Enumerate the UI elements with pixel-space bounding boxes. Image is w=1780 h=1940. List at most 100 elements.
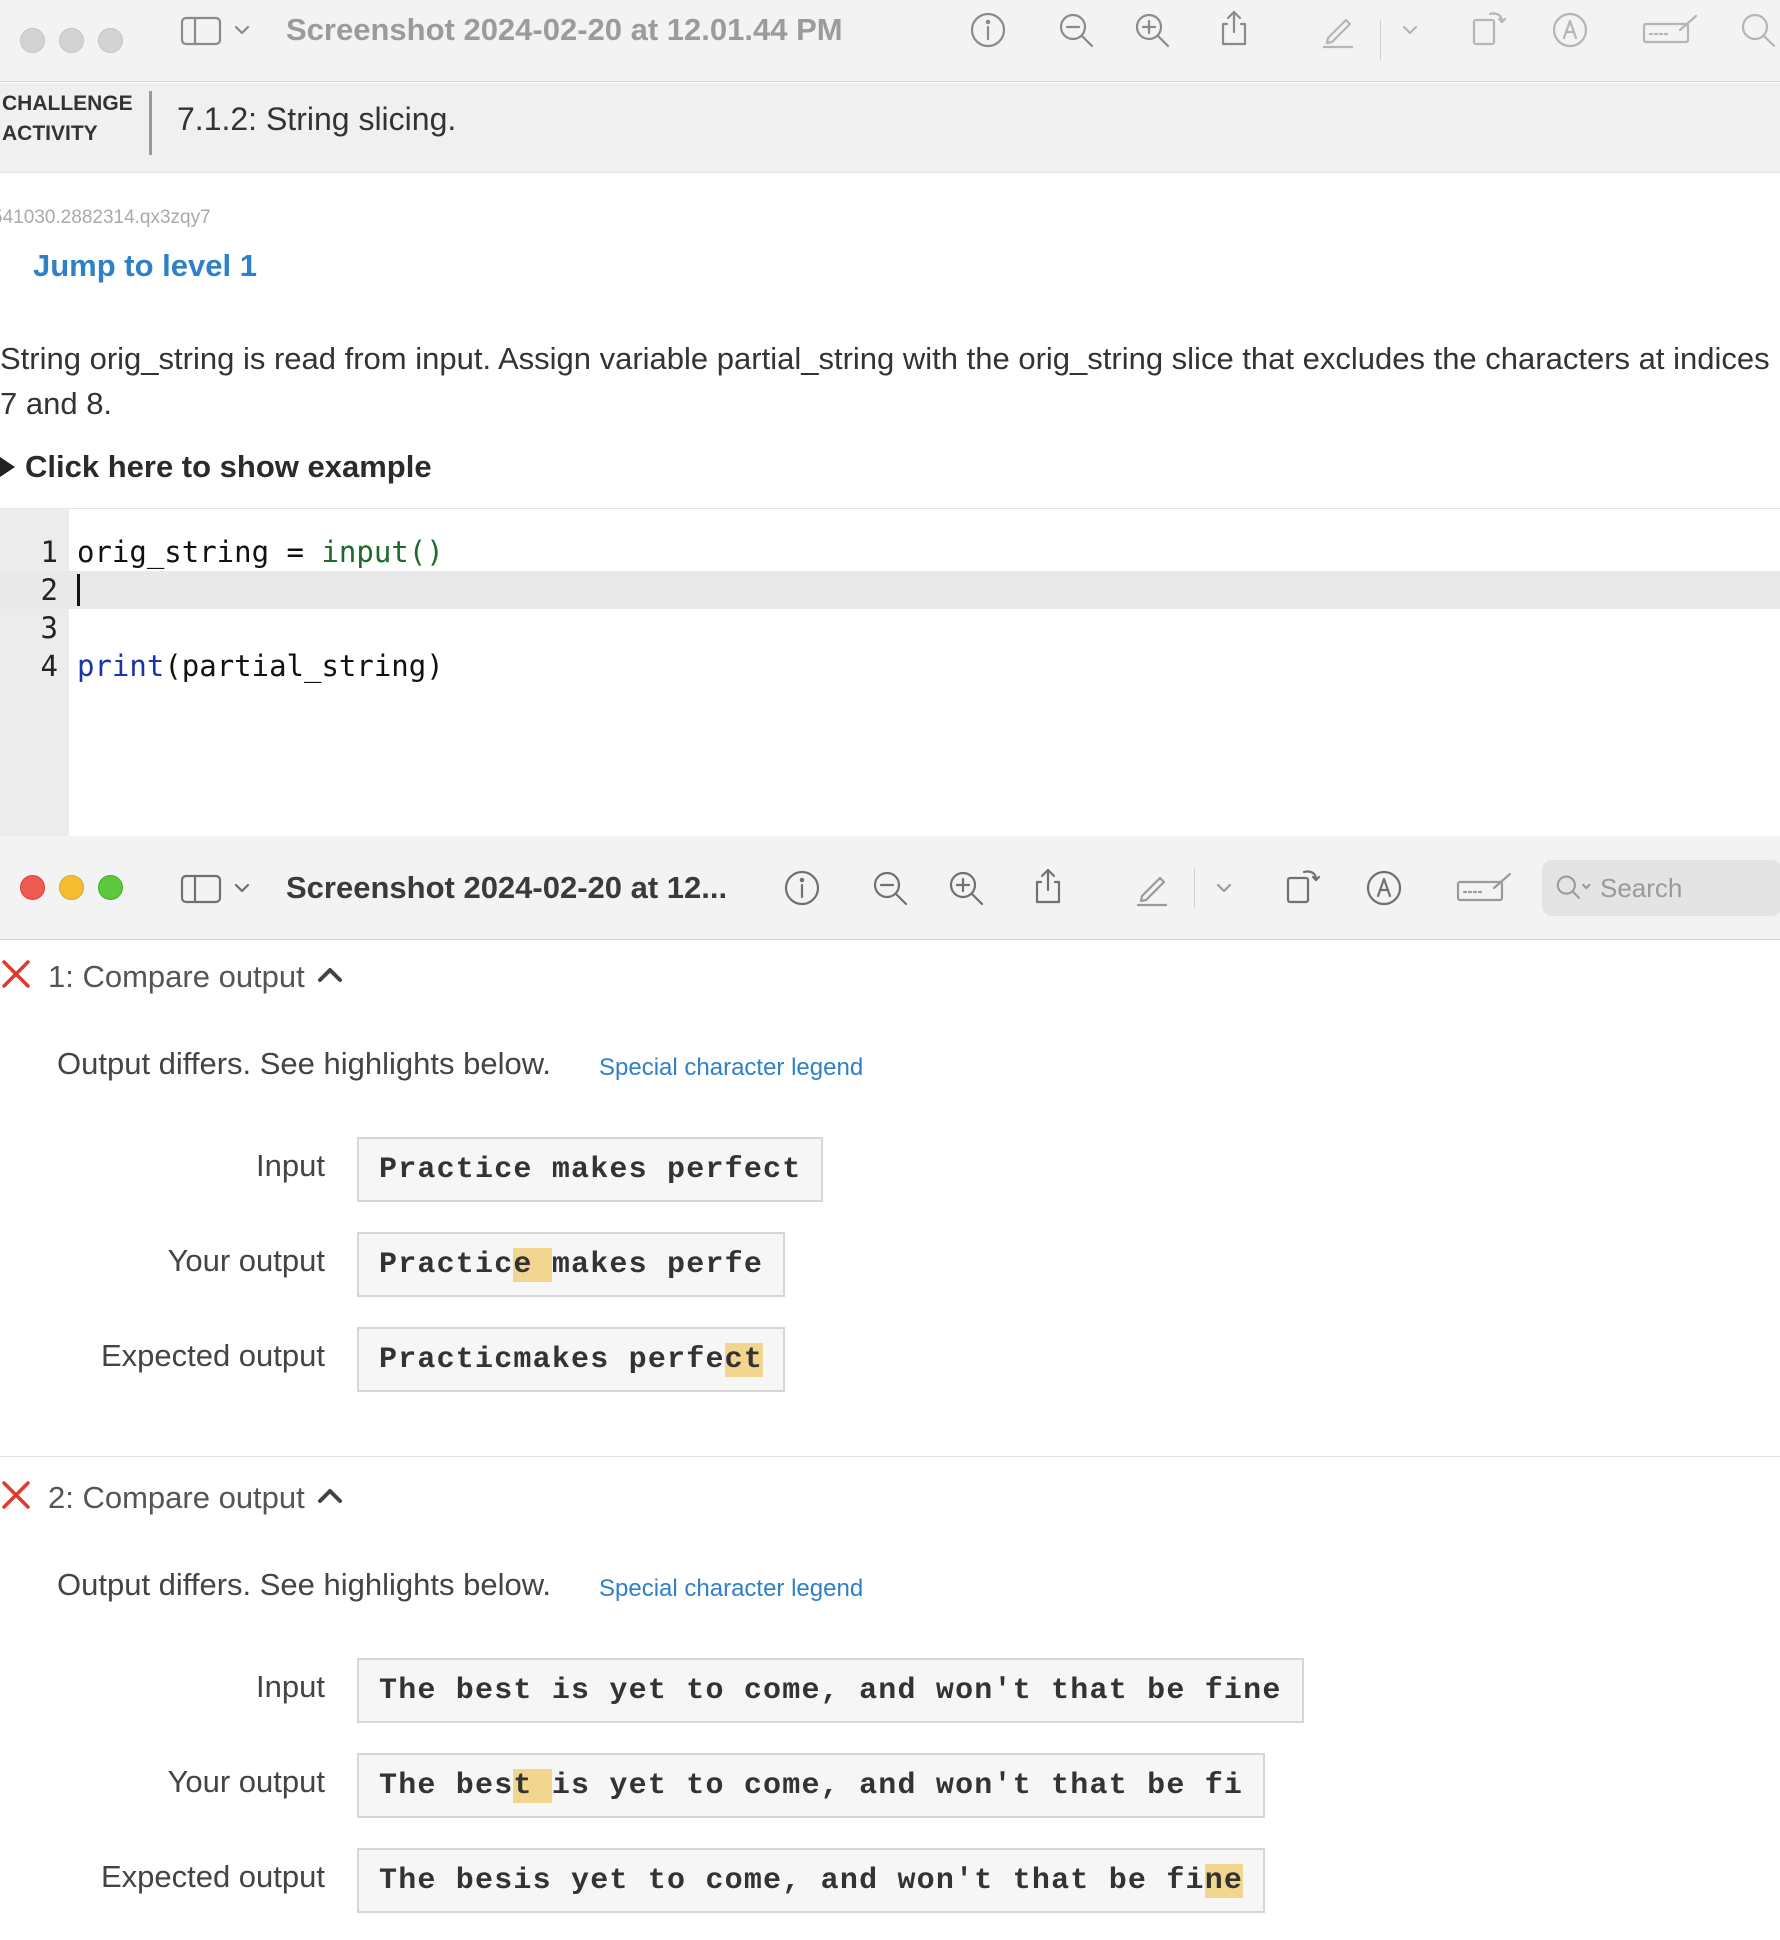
close-window-button[interactable] (20, 28, 45, 53)
search-field[interactable]: Search (1542, 860, 1780, 916)
test-title: 1: Compare output (48, 958, 305, 994)
test-title: 2: Compare output (48, 1479, 305, 1515)
expand-triangle-icon (0, 457, 15, 477)
signature-icon[interactable] (1640, 8, 1700, 52)
special-character-legend-link[interactable]: Special character legend (599, 1575, 863, 1603)
jump-to-level-link[interactable]: Jump to level 1 (33, 248, 257, 284)
chevron-up-icon[interactable] (305, 1483, 345, 1512)
text-cursor (77, 574, 80, 606)
sidebar-toggle-icon[interactable] (178, 866, 258, 910)
special-character-legend-link[interactable]: Special character legend (599, 1054, 863, 1082)
search-placeholder: Search (1600, 872, 1683, 903)
code-line-active[interactable]: 2 (0, 571, 1780, 609)
code-line[interactable]: 1 orig_string = input() (0, 533, 1780, 571)
args-token: (partial_string) (164, 649, 444, 683)
signature-icon[interactable] (1454, 866, 1514, 910)
input-box: The best is yet to come, and won't that … (357, 1658, 1304, 1723)
top-window-toolbar: Screenshot 2024-02-20 at 12.01.44 PM (0, 0, 1780, 82)
markup-pen-icon[interactable] (1316, 8, 1360, 52)
expected-output-label: Expected output (100, 1338, 325, 1373)
your-output-label: Your output (167, 1764, 325, 1799)
variable-token: orig_string (77, 535, 270, 569)
expected-output-label: Expected output (100, 1859, 325, 1894)
operator-token: = (269, 535, 322, 569)
activity-id: 541030.2882314.qx3zqy7 (0, 207, 211, 228)
markup-pen-icon[interactable] (1130, 866, 1174, 910)
output-text: Practic (379, 1247, 514, 1282)
zoom-in-icon[interactable] (1130, 8, 1174, 52)
markup-dropdown-chevron-icon[interactable] (1202, 866, 1246, 910)
challenge-title: 7.1.2: String slicing. (177, 101, 457, 137)
fail-x-icon (0, 958, 32, 995)
line-number: 1 (40, 535, 58, 569)
share-icon[interactable] (1212, 6, 1256, 50)
zoom-in-icon[interactable] (944, 866, 988, 910)
show-example-label: Click here to show example (25, 449, 432, 484)
test-header[interactable]: 1: Compare output (0, 958, 345, 995)
input-box: Practice makes perfect (357, 1137, 824, 1202)
chevron-up-icon[interactable] (305, 962, 345, 991)
challenge-activity-tag: CHALLENGE ACTIVITY (2, 89, 142, 149)
markup-dropdown-chevron-icon[interactable] (1388, 8, 1432, 52)
line-number: 2 (40, 573, 58, 607)
output-differs-message: Output differs. See highlights below. (57, 1046, 552, 1081)
input-label: Input (256, 1148, 325, 1183)
expected-output-box: The besis yet to come, and won't that be… (357, 1848, 1266, 1913)
test-result-1: 1: Compare output Output differs. See hi… (0, 958, 1780, 1458)
output-text: The bes (379, 1768, 514, 1803)
output-text: makes perfe (551, 1247, 764, 1282)
annotate-circle-icon[interactable] (1362, 866, 1406, 910)
window-controls (20, 28, 123, 53)
minimize-window-button[interactable] (59, 28, 84, 53)
expected-text: The besis yet to come, and won't that be… (379, 1863, 1205, 1898)
test-result-2: 2: Compare output Output differs. See hi… (0, 1479, 1780, 1940)
line-number: 3 (40, 611, 58, 645)
window-title: Screenshot 2024-02-20 at 12... (286, 870, 728, 905)
annotate-circle-icon[interactable] (1548, 8, 1592, 52)
challenge-prompt: String orig_string is read from input. A… (0, 341, 1770, 421)
challenge-tag-line2: ACTIVITY (2, 122, 98, 145)
diff-highlight: t (513, 1768, 552, 1803)
keyword-token: print (77, 649, 165, 683)
function-token: input() (321, 535, 444, 569)
code-line[interactable]: 4 print(partial_string) (0, 647, 1780, 685)
your-output-box: The bes t is yet to come, and won't that … (357, 1753, 1266, 1818)
window-controls (20, 875, 123, 900)
sidebar-toggle-icon[interactable] (178, 8, 258, 52)
rotate-icon[interactable] (1466, 6, 1510, 50)
your-output-label: Your output (167, 1243, 325, 1278)
line-number: 4 (40, 649, 58, 683)
rotate-icon[interactable] (1280, 864, 1324, 908)
search-icon[interactable] (1736, 8, 1780, 52)
code-text: orig_string = input() (77, 533, 444, 571)
header-divider (149, 91, 152, 155)
close-window-button[interactable] (20, 875, 45, 900)
section-divider (0, 1456, 1780, 1457)
diff-highlight: e (513, 1247, 552, 1282)
input-text: Practice makes perfect (379, 1152, 802, 1187)
show-example-toggle[interactable]: Click here to show example (0, 449, 432, 485)
info-icon[interactable] (780, 866, 824, 910)
window-title: Screenshot 2024-02-20 at 12.01.44 PM (286, 12, 843, 47)
challenge-header: CHALLENGE ACTIVITY 7.1.2: String slicing… (0, 83, 1780, 173)
bottom-window-toolbar: Screenshot 2024-02-20 at 12... Search (0, 836, 1780, 940)
fail-x-icon (0, 1479, 32, 1516)
zoom-out-icon[interactable] (868, 866, 912, 910)
input-text: The best is yet to come, and won't that … (379, 1673, 1282, 1708)
info-icon[interactable] (966, 8, 1010, 52)
minimize-window-button[interactable] (59, 875, 84, 900)
input-label: Input (256, 1669, 325, 1704)
code-text: print(partial_string) (77, 647, 444, 685)
zoom-window-button[interactable] (98, 875, 123, 900)
output-differs-message: Output differs. See highlights below. (57, 1567, 552, 1602)
share-icon[interactable] (1026, 864, 1070, 908)
your-output-box: Practic e makes perfe (357, 1232, 786, 1297)
test-header[interactable]: 2: Compare output (0, 1479, 345, 1516)
search-icon (1556, 875, 1591, 900)
diff-highlight: ne (1204, 1863, 1244, 1898)
expected-output-box: Practicmakes perfe ct (357, 1327, 786, 1392)
code-line[interactable]: 3 (0, 609, 1780, 647)
code-editor[interactable]: 1 orig_string = input() 2 3 4 print(part… (0, 508, 1780, 836)
zoom-window-button[interactable] (98, 28, 123, 53)
zoom-out-icon[interactable] (1054, 8, 1098, 52)
